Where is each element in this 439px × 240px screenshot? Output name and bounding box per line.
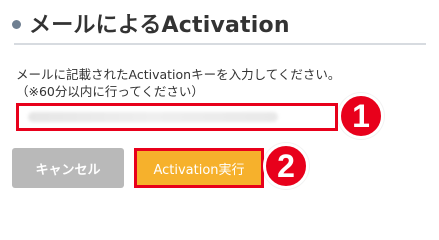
- activation-key-input[interactable]: [16, 103, 338, 131]
- title-divider: [14, 43, 426, 45]
- step-badge-2: 2: [263, 143, 309, 189]
- cancel-button[interactable]: キャンセル: [12, 148, 124, 188]
- page-title: メールによるActivation: [29, 13, 290, 38]
- page-header: メールによるActivation: [12, 6, 290, 40]
- activate-button[interactable]: Activation実行: [134, 148, 264, 188]
- instruction-text: メールに記載されたActivationキーを入力してください。: [16, 67, 341, 82]
- instructions: メールに記載されたActivationキーを入力してください。 （※60分以内に…: [16, 66, 340, 100]
- step-badge-1: 1: [338, 93, 384, 139]
- activation-page: メールによるActivation メールに記載されたActivationキーを入…: [0, 0, 439, 201]
- bullet-dot-icon: [12, 19, 21, 29]
- time-limit-note: （※60分以内に行ってください）: [16, 84, 204, 99]
